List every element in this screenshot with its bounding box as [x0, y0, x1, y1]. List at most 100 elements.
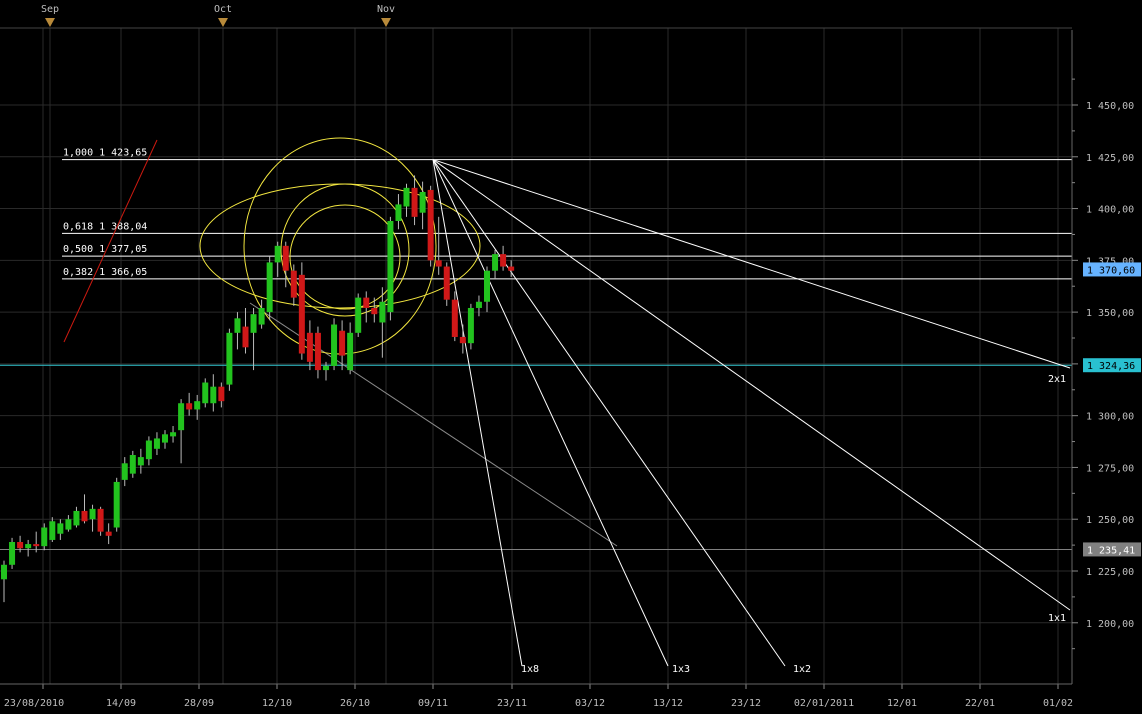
candle-body: [427, 189, 434, 261]
candle-body: [145, 440, 152, 460]
candle-body: [81, 510, 88, 522]
x-tick-label: 09/11: [418, 698, 448, 709]
candle: [387, 216, 394, 321]
candle-body: [89, 508, 96, 520]
x-tick-label: 26/10: [340, 698, 370, 709]
candle-body: [186, 403, 193, 410]
fib-level-label: 0,382 1 366,05: [63, 267, 147, 278]
candle: [266, 256, 273, 321]
candle-body: [347, 332, 354, 371]
y-tick-label: 1 275,00: [1086, 463, 1134, 474]
candle-body: [339, 330, 346, 356]
candle-body: [129, 455, 136, 474]
x-tick-label: 12/01: [887, 698, 917, 709]
candle-body: [25, 544, 32, 549]
candle-body: [258, 307, 265, 325]
candle-body: [379, 301, 386, 323]
gann-fan-label: 1x8: [521, 664, 539, 675]
x-tick-label: 23/11: [497, 698, 527, 709]
candle-body: [41, 527, 48, 547]
x-tick-label: 23/12: [731, 698, 761, 709]
candle-body: [443, 266, 450, 300]
candle-body: [411, 187, 418, 217]
month-marker-label: Oct: [214, 4, 232, 15]
candle-body: [306, 332, 313, 362]
candle-body: [121, 463, 128, 480]
y-tick-label: 1 425,00: [1086, 153, 1134, 164]
candle-body: [298, 274, 305, 354]
candle-body: [403, 187, 410, 207]
candle-body: [282, 245, 289, 271]
candle-body: [459, 336, 466, 344]
candle-body: [492, 254, 499, 271]
candle-body: [194, 401, 201, 410]
gann-fan-label: 2x1: [1048, 374, 1066, 385]
x-tick-label: 14/09: [106, 698, 136, 709]
candle: [298, 262, 305, 360]
candle: [202, 378, 209, 408]
x-tick-label: 02/01/2011: [794, 698, 854, 709]
candle-body: [226, 332, 233, 385]
last-price-badge-label: 1 370,60: [1087, 265, 1135, 276]
candle-body: [331, 324, 338, 366]
x-tick-label: 23/08/2010: [4, 698, 64, 709]
fib-level-label: 0,618 1 388,04: [63, 221, 147, 232]
candle-body: [323, 365, 329, 371]
candle-body: [57, 523, 64, 534]
candle: [427, 185, 434, 267]
gann-fan-label: 1x2: [793, 664, 811, 675]
candle-body: [266, 262, 273, 313]
candle-body: [162, 434, 168, 443]
month-marker-bar: Sep Oct Nov: [0, 0, 1072, 29]
candle-body: [210, 386, 217, 404]
candle-body: [314, 332, 321, 371]
candle-body: [467, 307, 474, 344]
candle-body: [484, 270, 490, 302]
gann-fan-label: 1x1: [1048, 613, 1066, 624]
y-tick-label: 1 300,00: [1086, 412, 1134, 423]
month-marker-label: Nov: [377, 4, 395, 15]
candle-body: [9, 542, 16, 565]
candle-body: [355, 297, 362, 333]
chart-background: [0, 0, 1142, 714]
candle-body: [218, 386, 225, 402]
candle-body: [387, 220, 394, 313]
candle-body: [1, 564, 7, 580]
candle-body: [17, 542, 24, 549]
fib-level-label: 1,000 1 423,65: [63, 148, 147, 159]
candle-body: [65, 519, 72, 530]
y-tick-label: 1 250,00: [1086, 515, 1134, 526]
candle: [9, 537, 16, 569]
candle-body: [500, 254, 507, 267]
support-level-badge-label: 1 324,36: [1087, 361, 1135, 372]
x-tick-label: 22/01: [965, 698, 995, 709]
candle-body: [451, 299, 458, 337]
month-marker-label: Sep: [41, 4, 59, 15]
candle-body: [371, 307, 378, 315]
candle-body: [113, 481, 120, 528]
candle-body: [49, 521, 56, 540]
candle-body: [97, 508, 104, 532]
candle-body: [290, 270, 297, 298]
candle: [443, 262, 450, 306]
x-tick-label: 28/09: [184, 698, 214, 709]
candle-body: [202, 382, 209, 404]
candle: [226, 328, 233, 391]
candle-body: [153, 438, 160, 449]
candle: [113, 477, 120, 532]
x-tick-label: 12/10: [262, 698, 292, 709]
y-tick-label: 1 450,00: [1086, 101, 1134, 112]
candle: [331, 318, 338, 371]
candle-body: [170, 432, 177, 437]
candle: [97, 506, 104, 536]
candle-body: [234, 318, 241, 333]
price-chart[interactable]: Sep Oct Nov 1,000 1 423,65 0,618 1 388,04 0,…: [0, 0, 1142, 714]
x-tick-label: 13/12: [653, 698, 683, 709]
gann-fan-label: 1x3: [672, 664, 690, 675]
month-bar-bg: [0, 0, 1072, 28]
candle-body: [250, 314, 257, 333]
y-tick-label: 1 225,00: [1086, 567, 1134, 578]
x-tick-label: 01/02: [1043, 698, 1073, 709]
candle-body: [105, 531, 112, 536]
candle: [355, 293, 362, 337]
